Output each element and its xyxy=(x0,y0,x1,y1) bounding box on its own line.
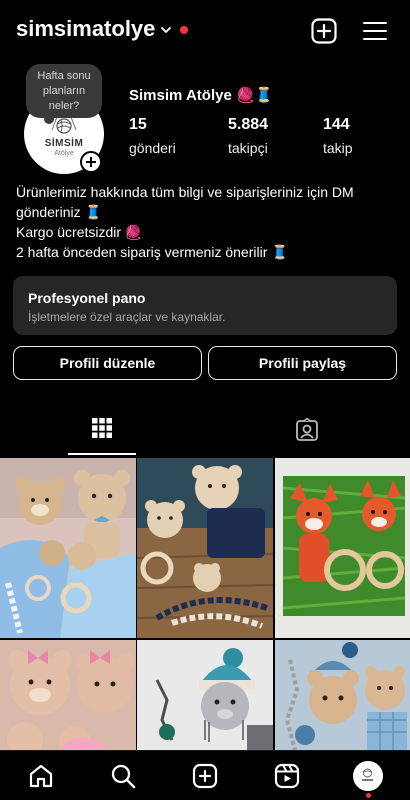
stat-following-value: 144 xyxy=(323,116,350,133)
stat-posts[interactable]: 15 gönderi xyxy=(129,116,176,156)
post-image xyxy=(0,458,136,638)
post-image xyxy=(137,458,273,638)
create-icon[interactable] xyxy=(192,763,218,789)
avatar-brand-text: SİMSİM xyxy=(44,138,84,149)
post-image xyxy=(0,640,136,750)
search-icon[interactable] xyxy=(110,763,136,789)
stat-posts-value: 15 xyxy=(129,116,147,133)
reels-icon[interactable] xyxy=(274,763,300,789)
stat-following-label: takip xyxy=(323,140,353,156)
tab-tagged[interactable] xyxy=(273,412,341,456)
edit-profile-button[interactable]: Profili düzenle xyxy=(13,346,202,380)
bio-line: gönderiniz 🧵 xyxy=(16,204,102,220)
create-icon[interactable] xyxy=(311,18,337,44)
note-bubble[interactable]: Hafta sonu planların neler? xyxy=(26,64,102,124)
pro-dashboard-subtitle: İşletmelere özel araçlar ve kaynaklar. xyxy=(28,310,226,324)
menu-icon[interactable] xyxy=(363,19,387,43)
bio-line: Kargo ücretsizdir 🧶 xyxy=(16,224,143,240)
active-tab-indicator xyxy=(68,453,136,455)
stat-followers[interactable]: 5.884 takipçi xyxy=(228,116,268,156)
bottom-navigation xyxy=(0,750,410,800)
home-icon[interactable] xyxy=(28,763,54,789)
post-image xyxy=(275,458,410,638)
bio: Ürünlerimiz hakkında tüm bilgi ve sipari… xyxy=(16,182,396,262)
professional-dashboard-card[interactable]: Profesyonel pano İşletmelere özel araçla… xyxy=(13,276,397,335)
stat-followers-value: 5.884 xyxy=(228,116,269,133)
account-switcher-username[interactable]: simsimatolye xyxy=(16,16,155,42)
note-line-3: neler? xyxy=(48,100,80,112)
yarn-logo-icon xyxy=(362,768,373,781)
post-image xyxy=(137,640,273,750)
pro-dashboard-title: Profesyonel pano xyxy=(28,290,146,306)
note-line-2: planların xyxy=(42,85,86,97)
stat-followers-label: takipçi xyxy=(228,140,268,156)
post-thumbnail[interactable] xyxy=(0,458,136,638)
post-thumbnail[interactable] xyxy=(275,458,410,638)
tab-posts-grid[interactable] xyxy=(68,412,136,456)
bio-line: Ürünlerimiz hakkında tüm bilgi ve sipari… xyxy=(16,184,354,200)
profile-avatar[interactable] xyxy=(353,761,383,791)
notification-dot xyxy=(180,26,188,34)
post-thumbnail[interactable] xyxy=(275,640,410,750)
top-bar: simsimatolye xyxy=(0,0,410,60)
share-profile-button[interactable]: Profili paylaş xyxy=(208,346,397,380)
note-line-1: Hafta sonu xyxy=(37,70,91,82)
bio-line: 2 hafta önceden sipariş vermeniz önerili… xyxy=(16,244,289,260)
posts-grid xyxy=(0,458,410,750)
chevron-down-icon[interactable] xyxy=(160,24,172,36)
tagged-icon xyxy=(296,418,318,441)
stat-following[interactable]: 144 takip xyxy=(323,116,353,156)
post-image xyxy=(275,640,410,750)
post-thumbnail[interactable] xyxy=(0,640,136,750)
add-story-button[interactable] xyxy=(80,151,102,173)
post-thumbnail[interactable] xyxy=(137,640,273,750)
grid-icon xyxy=(92,418,112,438)
notification-dot xyxy=(366,793,371,798)
post-thumbnail[interactable] xyxy=(137,458,273,638)
display-name: Simsim Atölye 🧶🧵 xyxy=(129,87,274,104)
stat-posts-label: gönderi xyxy=(129,140,176,156)
